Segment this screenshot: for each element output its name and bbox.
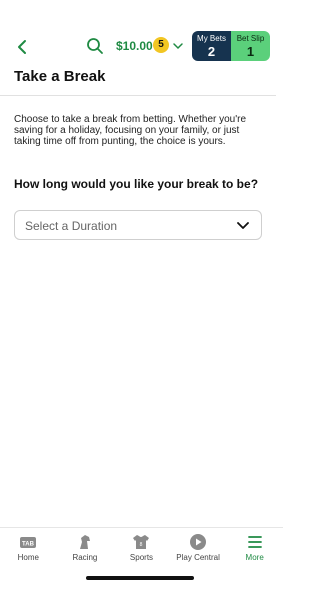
play-icon (190, 534, 207, 550)
home-indicator (86, 576, 194, 580)
page-description: Choose to take a break from betting. Whe… (14, 114, 247, 147)
my-bets-button[interactable]: My Bets 2 (192, 31, 231, 61)
bet-slip-count: 1 (246, 44, 255, 59)
divider (0, 95, 276, 96)
nav-label-more: More (245, 553, 264, 562)
nav-label-sports: Sports (129, 553, 154, 562)
my-bets-count: 2 (207, 44, 216, 59)
nav-label-home: Home (17, 553, 39, 562)
bet-slip-label: Bet Slip (236, 34, 265, 43)
nav-label-racing: Racing (72, 553, 98, 562)
duration-select[interactable]: Select a Duration (14, 210, 262, 240)
nav-item-sports[interactable]: 8 Sports (113, 528, 170, 568)
duration-question: How long would you like your break to be… (14, 177, 259, 191)
nav-item-play-central[interactable]: Play Central (170, 528, 227, 568)
nav-item-racing[interactable]: Racing (57, 528, 114, 568)
page-title: Take a Break (14, 68, 106, 85)
search-icon[interactable] (86, 37, 104, 55)
bet-slip-button[interactable]: Bet Slip 1 (231, 31, 270, 61)
account-balance[interactable]: $10.00 (116, 39, 153, 53)
tab-logo-icon: TAB (20, 537, 37, 548)
my-bets-label: My Bets (197, 34, 226, 43)
notification-badge[interactable]: 5 (153, 37, 169, 53)
menu-icon (247, 536, 262, 548)
top-bar: $10.00 5 My Bets 2 Bet Slip 1 (0, 28, 283, 64)
chevron-down-icon[interactable] (172, 40, 184, 52)
horse-icon (79, 535, 90, 549)
chevron-down-icon (237, 222, 249, 229)
svg-text:TAB: TAB (22, 542, 35, 548)
nav-item-home[interactable]: TAB Home (0, 528, 57, 568)
nav-label-play-central: Play Central (176, 553, 220, 562)
bets-widget: My Bets 2 Bet Slip 1 (192, 31, 270, 61)
svg-text:8: 8 (140, 542, 143, 548)
nav-item-more[interactable]: More (226, 528, 283, 568)
jersey-icon: 8 (133, 535, 150, 549)
bottom-nav: TAB Home Racing 8 Sports Play Central Mo… (0, 527, 283, 568)
duration-select-placeholder: Select a Duration (25, 219, 118, 233)
back-arrow-icon[interactable] (12, 37, 32, 57)
